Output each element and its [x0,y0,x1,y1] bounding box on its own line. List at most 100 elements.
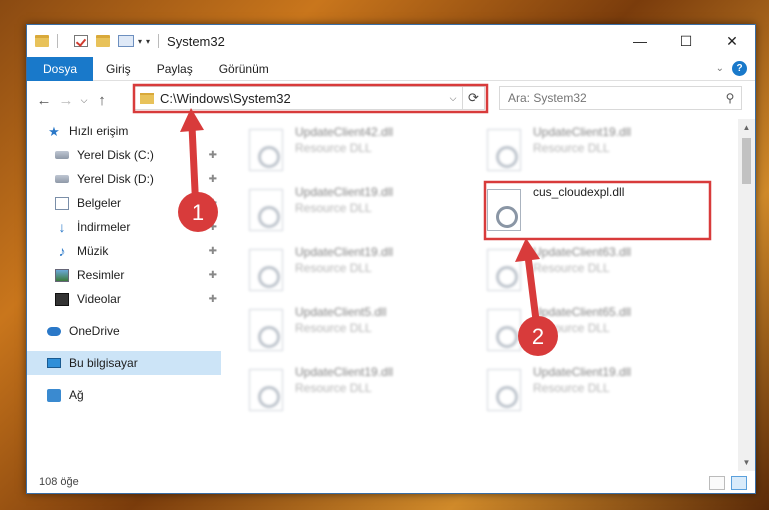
sidebar-item-disk-d[interactable]: Yerel Disk (D:) ✚ [27,167,221,191]
forward-button[interactable]: → [55,92,77,109]
quick-access-toolbar-icon[interactable] [118,35,134,47]
file-item[interactable]: UpdateClient19.dll Resource DLL [233,361,463,417]
sidebar-item-label: Yerel Disk (C:) [77,148,154,162]
dll-file-icon [249,129,283,171]
properties-check-icon[interactable] [74,35,88,47]
file-list: UpdateClient42.dll Resource DLL UpdateCl… [229,119,737,465]
pin-icon[interactable]: ✚ [209,270,217,281]
tab-dosya[interactable]: Dosya [27,56,94,81]
file-name: UpdateClient19.dll [295,245,394,259]
minimize-button[interactable]: — [617,25,663,57]
sidebar-item-label: Yerel Disk (D:) [77,172,154,186]
sidebar-item-pictures[interactable]: Resimler ✚ [27,263,221,287]
address-dropdown-icon[interactable]: ⌵ [444,93,462,104]
large-icons-view-icon[interactable] [731,476,747,490]
customize-toolbar-icon[interactable]: ▾ [146,37,150,46]
pictures-icon [55,268,69,282]
sidebar-item-network[interactable]: Ağ [27,383,221,407]
file-type: Resource DLL [295,321,372,335]
close-button[interactable]: ✕ [709,25,755,57]
ribbon-tabs: Dosya Giriş Paylaş Görünüm ⌄ ? [27,56,755,81]
dll-file-icon [249,189,283,231]
maximize-button[interactable]: ☐ [663,25,709,57]
chevron-down-icon[interactable]: ▾ [138,37,142,46]
pin-icon[interactable]: ✚ [209,294,217,305]
file-item[interactable]: UpdateClient65.dll Resource DLL [471,301,701,357]
back-button[interactable]: ← [33,92,55,109]
file-item[interactable]: UpdateClient42.dll Resource DLL [233,121,463,177]
explorer-window: ▾ ▾ System32 — ☐ ✕ Dosya Giriş Paylaş Gö… [26,24,756,494]
sidebar-item-onedrive[interactable]: OneDrive [27,319,221,343]
sidebar-item-downloads[interactable]: ↓ İndirmeler ✚ [27,215,221,239]
sidebar-item-music[interactable]: ♪ Müzik ✚ [27,239,221,263]
file-type: Resource DLL [295,141,372,155]
scroll-thumb[interactable] [742,138,751,184]
file-type: Resource DLL [533,381,610,395]
scroll-down-icon[interactable]: ▼ [738,454,755,471]
sidebar-item-videos[interactable]: Videolar ✚ [27,287,221,311]
scroll-up-icon[interactable]: ▲ [738,119,755,136]
file-item[interactable]: UpdateClient19.dll Resource DLL [471,361,701,417]
file-item[interactable]: UpdateClient63.dll Resource DLL [471,241,701,297]
recent-locations-button[interactable]: ⌵ [77,95,91,106]
navigation-pane: ★ Hızlı erişim Yerel Disk (C:) ✚ Yerel D… [27,119,221,465]
music-icon: ♪ [58,242,66,259]
sidebar-item-label: Resimler [77,268,125,282]
help-icon[interactable]: ? [732,61,747,76]
pin-icon[interactable]: ✚ [209,198,217,209]
sidebar-item-label: İndirmeler [77,220,131,234]
expand-ribbon-icon[interactable]: ⌄ [716,63,724,74]
pin-icon[interactable]: ✚ [209,222,217,233]
dll-file-icon [487,369,521,411]
new-folder-icon[interactable] [96,35,110,47]
disk-icon [55,151,69,159]
network-icon [47,388,61,402]
sidebar-item-label: Ağ [69,388,84,402]
file-name: UpdateClient65.dll [533,305,632,319]
tab-gorunum[interactable]: Görünüm [206,57,282,81]
onedrive-icon [47,326,61,336]
file-item[interactable]: UpdateClient19.dll Resource DLL [471,121,701,177]
refresh-icon[interactable]: ⟳ [462,87,484,109]
file-item[interactable]: UpdateClient19.dll Resource DLL [233,181,463,237]
downloads-icon: ↓ [58,218,66,235]
dll-file-icon [249,309,283,351]
details-view-icon[interactable] [709,476,725,490]
file-name: UpdateClient19.dll [295,365,394,379]
search-icon[interactable]: ⚲ [719,91,741,105]
pin-icon[interactable]: ✚ [209,246,217,257]
file-item[interactable]: UpdateClient5.dll Resource DLL [233,301,463,357]
pin-icon[interactable]: ✚ [209,174,217,185]
file-item-cus-cloudexpl[interactable]: cus_cloudexpl.dll [471,181,701,237]
file-name: UpdateClient63.dll [533,245,632,259]
tab-giris[interactable]: Giriş [93,57,144,81]
address-path[interactable]: C:\Windows\System32 [160,91,444,106]
status-bar: 108 öğe [27,471,755,493]
star-icon: ★ [48,123,60,139]
pin-icon[interactable]: ✚ [209,150,217,161]
address-bar[interactable]: C:\Windows\System32 ⌵ ⟳ [133,86,485,110]
file-name: UpdateClient5.dll [295,305,387,319]
folder-icon [35,35,49,47]
sidebar-item-documents[interactable]: Belgeler ✚ [27,191,221,215]
tab-paylas[interactable]: Paylaş [144,57,206,81]
search-box[interactable]: ⚲ [499,86,742,110]
sidebar-item-this-pc[interactable]: Bu bilgisayar [27,351,221,375]
sidebar-item-quick-access[interactable]: ★ Hızlı erişim [27,119,221,143]
file-name: cus_cloudexpl.dll [533,185,625,199]
sidebar-item-label: Müzik [77,244,109,258]
documents-icon [55,196,69,210]
sidebar-item-disk-c[interactable]: Yerel Disk (C:) ✚ [27,143,221,167]
vertical-scrollbar[interactable]: ▲ ▼ [738,119,755,471]
file-name: UpdateClient19.dll [533,365,632,379]
divider [158,34,160,48]
file-name: UpdateClient19.dll [295,185,394,199]
search-input[interactable] [508,91,719,105]
item-count: 108 öğe [39,476,79,488]
address-row: ← → ⌵ ↑ C:\Windows\System32 ⌵ ⟳ ⚲ [27,83,755,117]
up-button[interactable]: ↑ [91,92,113,109]
file-item[interactable]: UpdateClient19.dll Resource DLL [233,241,463,297]
